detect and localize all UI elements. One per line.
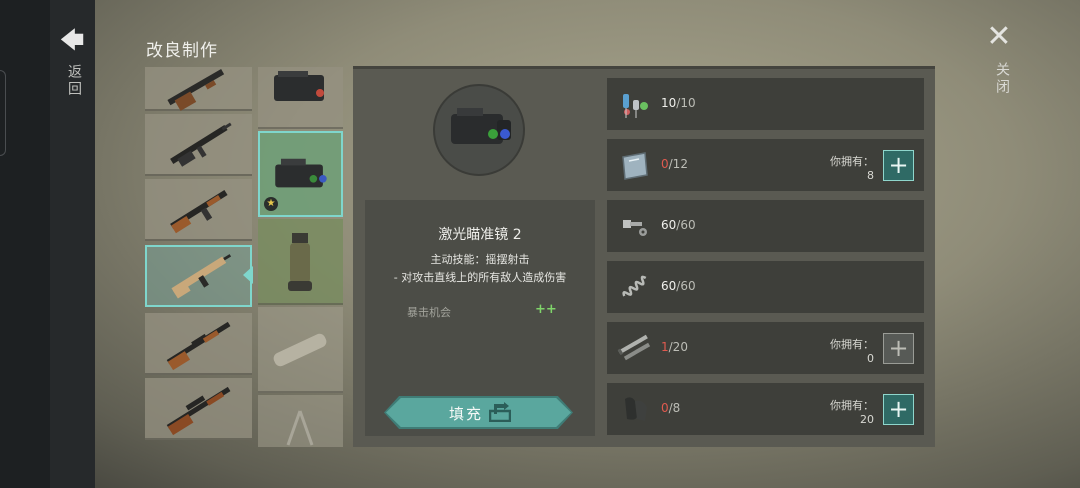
material-have: 60 — [661, 218, 677, 232]
material-need: /60 — [676, 218, 696, 232]
attachment-slot-laser-sight-2[interactable]: ★ — [258, 131, 343, 217]
add-material-button[interactable]: + — [883, 394, 914, 425]
fill-button-label: 填充 — [449, 405, 484, 423]
attachment-list[interactable]: ★ — [258, 67, 343, 447]
selection-pointer — [243, 266, 253, 284]
left-edge — [0, 0, 50, 488]
back-label: 返回 — [66, 64, 82, 98]
material-need: /12 — [668, 157, 688, 171]
item-preview — [433, 84, 525, 176]
material-count: 0/12 — [661, 157, 688, 171]
attachment-slot-vertical-grip[interactable] — [258, 219, 343, 305]
star-badge-icon: ★ — [264, 197, 278, 211]
back-button[interactable]: 🡄 返回 — [58, 28, 86, 108]
ak-rifle-icon — [170, 189, 228, 234]
assault-rifle-icon — [170, 122, 232, 167]
material-have: 0 — [661, 401, 669, 415]
material-count: 60/60 — [661, 218, 696, 232]
material-need: /60 — [676, 279, 696, 293]
laser-sight-2-icon — [451, 108, 511, 144]
add-material-button-disabled[interactable]: + — [883, 333, 914, 364]
back-arrow-icon: 🡄 — [59, 26, 85, 54]
weapon-slot-assault-rifle[interactable] — [145, 114, 252, 176]
material-have: 60 — [661, 279, 677, 293]
rubber-sheet-icon — [625, 397, 647, 421]
weapon-slot-ak-rifle[interactable] — [145, 179, 252, 241]
close-label: 关闭 — [994, 62, 1010, 96]
close-icon: ✕ — [986, 19, 1012, 54]
material-count: 10/10 — [661, 96, 696, 110]
scar-rifle-icon — [171, 254, 232, 299]
material-count: 1/20 — [661, 340, 688, 354]
item-skill: 主动技能：摇摆射击 — [430, 253, 530, 266]
bolts-icon — [623, 220, 647, 236]
weapon-slot-scar-rifle[interactable] — [145, 245, 252, 307]
plus-icon: + — [888, 395, 909, 423]
owned-label: 你拥有： — [830, 399, 874, 412]
close-button[interactable]: ✕ 关闭 — [984, 19, 1014, 97]
page-title: 改良制作 — [146, 41, 218, 61]
owned-value: 8 — [867, 169, 874, 182]
material-have: 0 — [661, 157, 669, 171]
material-have: 1 — [661, 340, 669, 354]
material-need: /8 — [668, 401, 681, 415]
attachment-slot-silencer[interactable] — [258, 307, 343, 393]
material-row-rubber: 0/8 你拥有： 20 + — [607, 383, 924, 435]
metal-pipes-icon — [617, 334, 651, 361]
glass-plate-icon — [622, 152, 648, 180]
material-count: 0/8 — [661, 401, 680, 415]
material-have: 10 — [661, 96, 677, 110]
attachment-slot-laser-sight[interactable] — [258, 67, 343, 129]
fill-icon — [489, 402, 511, 422]
plus-icon: + — [888, 151, 909, 179]
owned-value: 0 — [867, 352, 874, 365]
spring-icon — [622, 275, 647, 297]
weapon-list[interactable] — [145, 67, 253, 447]
material-count: 60/60 — [661, 279, 696, 293]
owned-label: 你拥有： — [830, 338, 874, 351]
dragunov-rifle-icon — [166, 321, 231, 371]
material-row-electronics: 10/10 — [607, 78, 924, 130]
bipod-icon — [286, 410, 314, 446]
vertical-grip-icon — [288, 233, 312, 291]
weapon-slot-dragunov-rifle[interactable] — [145, 313, 252, 375]
material-row-glass: 0/12 你拥有： 8 + — [607, 139, 924, 191]
attachment-slot-bipod[interactable] — [258, 395, 343, 447]
shotgun-icon — [167, 69, 225, 111]
sniper-rifle-icon — [166, 386, 231, 436]
stat-value: ++ — [535, 302, 557, 317]
plus-icon: + — [888, 334, 909, 362]
owned-label: 你拥有： — [830, 155, 874, 168]
material-row-spring: 60/60 — [607, 261, 924, 313]
add-material-button[interactable]: + — [883, 150, 914, 181]
electronics-parts-icon — [623, 94, 648, 118]
material-row-pipes: 1/20 你拥有： 0 + — [607, 322, 924, 374]
material-need: /10 — [676, 96, 696, 110]
weapon-slot-sniper-rifle[interactable] — [145, 378, 252, 440]
owned-value: 20 — [860, 413, 874, 426]
item-skill-desc: - 对攻击直线上的所有敌人造成伤害 — [393, 271, 567, 284]
item-name: 激光瞄准镜 2 — [438, 227, 522, 243]
screen-notch — [0, 70, 6, 156]
stat-label: 暴击机会 — [407, 306, 451, 319]
laser-sight-icon — [274, 71, 324, 101]
weapon-slot-shotgun[interactable] — [145, 67, 252, 111]
material-row-bolts: 60/60 — [607, 200, 924, 252]
material-need: /20 — [668, 340, 688, 354]
silencer-icon — [273, 333, 327, 367]
